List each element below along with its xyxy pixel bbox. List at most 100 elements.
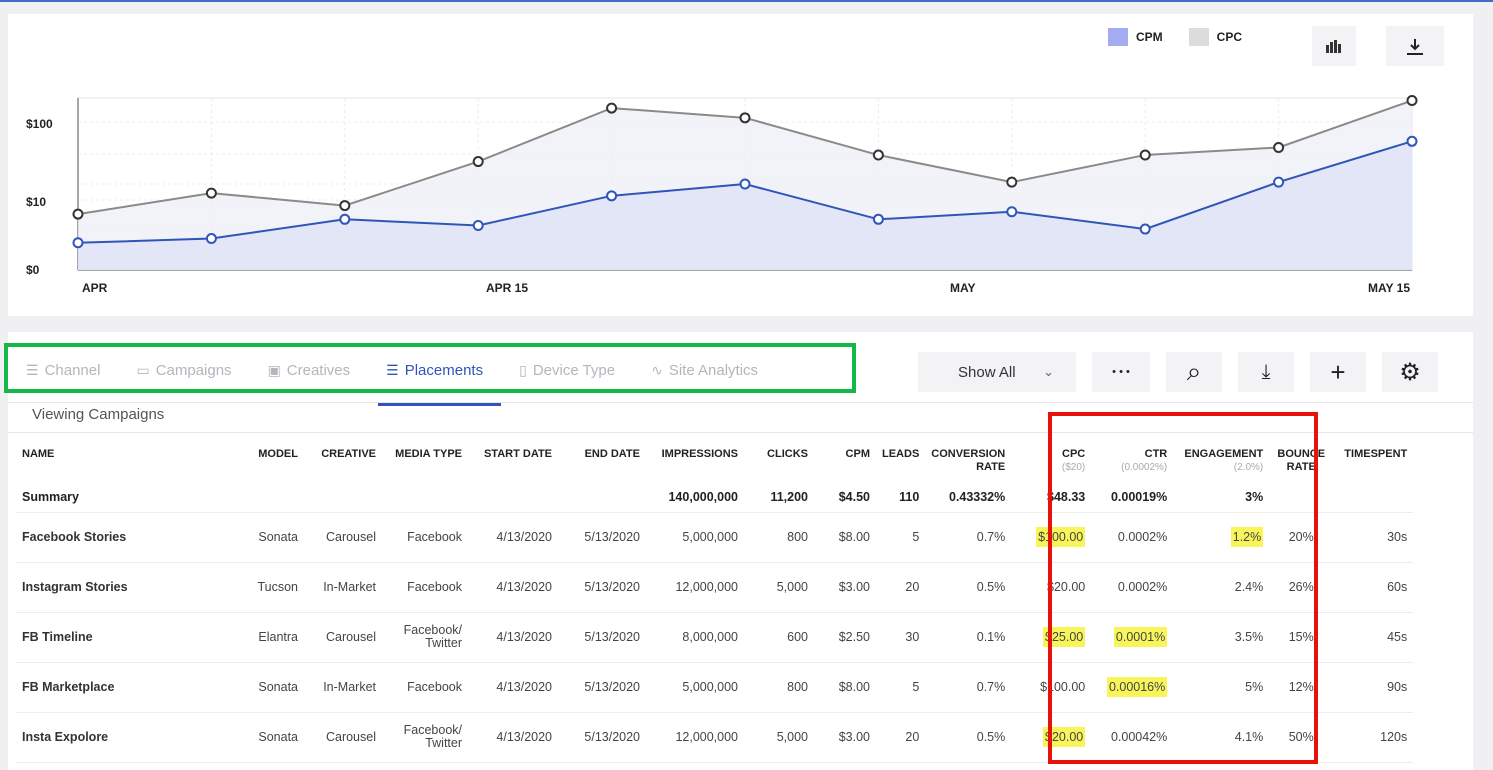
end-value: 5/13/2020 (584, 530, 640, 544)
data-point-cpm[interactable] (205, 233, 217, 245)
data-point-cpm[interactable] (472, 219, 484, 231)
summary-conversion: 0.43332% (925, 482, 1012, 513)
data-point-cpm[interactable] (1273, 176, 1285, 188)
table-toolbar: Show All ⌄ • • • ⌕ ⤓ + ⚙ (918, 352, 1438, 392)
end-value: 5/13/2020 (584, 580, 640, 594)
cell-name: Facebook Stories (16, 512, 246, 563)
start-value: 4/13/2020 (496, 680, 552, 694)
col-conversion-rate[interactable]: CONVERSION RATE (925, 438, 1011, 482)
cell-creative: Carousel (304, 512, 382, 563)
cell-time: 120s (1333, 712, 1414, 763)
time-value: 60s (1387, 580, 1408, 594)
impressions-value: 12,000,000 (675, 580, 738, 594)
cell-name: FB Timeline (16, 612, 246, 663)
cell-start: 4/13/2020 (468, 712, 558, 763)
media-type-text: Facebook (407, 580, 462, 594)
data-point-cpm[interactable] (1139, 223, 1151, 235)
start-value: 4/13/2020 (496, 530, 552, 544)
show-all-select[interactable]: Show All ⌄ (918, 352, 1076, 392)
col-name[interactable]: NAME (16, 438, 246, 482)
col-creative[interactable]: CREATIVE (304, 438, 382, 482)
cell-leads: 5 (876, 662, 926, 713)
data-point-cpm[interactable] (606, 190, 618, 202)
data-point-cpc[interactable] (872, 149, 884, 161)
col-leads[interactable]: LEADS (876, 438, 925, 482)
data-point-cpm[interactable] (739, 178, 751, 190)
conversion-value: 0.1% (976, 630, 1006, 644)
col-cpm[interactable]: CPM (814, 438, 876, 482)
cell-model: Sonata (246, 512, 304, 563)
name-value: FB Timeline (22, 630, 93, 644)
data-point-cpm[interactable] (1406, 135, 1418, 147)
cpm-value: $3.00 (838, 580, 870, 594)
cell-model: Tucson (246, 562, 304, 613)
name-value: Instagram Stories (22, 580, 128, 594)
data-point-cpc[interactable] (339, 200, 351, 212)
cell-media: Facebook (382, 662, 468, 713)
search-button[interactable]: ⌕ (1166, 352, 1222, 392)
conversion-value: 0.5% (976, 730, 1006, 744)
data-point-cpc[interactable] (1406, 95, 1418, 107)
chart-panel: CPM CPC $100 $10 $0 APR APR 15 MAY MAY 15 (8, 14, 1473, 316)
cell-clicks: 5,000 (744, 712, 814, 763)
data-point-cpc[interactable] (205, 187, 217, 199)
cell-model: Sonata (246, 662, 304, 713)
model-value: Tucson (257, 580, 298, 594)
col-impressions[interactable]: IMPRESSIONS (646, 438, 744, 482)
media-type-text-2: Twitter (425, 636, 462, 650)
cell-clicks: 800 (744, 512, 814, 563)
clicks-value: 800 (787, 530, 808, 544)
cell-conversion: 0.7% (925, 662, 1012, 713)
model-value: Sonata (258, 730, 298, 744)
impressions-value: 8,000,000 (682, 630, 738, 644)
start-value: 4/13/2020 (496, 730, 552, 744)
cell-cpm: $8.00 (814, 512, 876, 563)
data-point-cpc[interactable] (739, 112, 751, 124)
data-point-cpm[interactable] (872, 213, 884, 225)
add-button[interactable]: + (1310, 352, 1366, 392)
col-clicks[interactable]: CLICKS (744, 438, 814, 482)
col-timespent[interactable]: TIMESPENT (1333, 438, 1413, 482)
cell-conversion: 0.7% (925, 512, 1012, 563)
cell-creative: Carousel (304, 612, 382, 663)
cell-clicks: 800 (744, 662, 814, 713)
clicks-value: 5,000 (776, 580, 808, 594)
clicks-value: 800 (787, 680, 808, 694)
col-start-date[interactable]: START DATE (468, 438, 558, 482)
cell-time: 90s (1333, 662, 1414, 713)
show-all-label: Show All (958, 363, 1016, 381)
data-point-cpc[interactable] (1273, 141, 1285, 153)
col-media-type[interactable]: MEDIA TYPE (382, 438, 468, 482)
more-button[interactable]: • • • (1092, 352, 1150, 392)
creative-value: In-Market (323, 580, 376, 594)
cell-impressions: 8,000,000 (646, 612, 744, 663)
conversion-value: 0.7% (976, 680, 1006, 694)
col-end-date[interactable]: END DATE (558, 438, 646, 482)
data-point-cpm[interactable] (72, 237, 84, 249)
clicks-value: 5,000 (776, 730, 808, 744)
data-point-cpc[interactable] (606, 102, 618, 114)
impressions-value: 5,000,000 (682, 530, 738, 544)
creative-value: Carousel (325, 730, 376, 744)
data-point-cpc[interactable] (1006, 176, 1018, 188)
data-point-cpc[interactable] (1139, 149, 1151, 161)
cpm-value: $8.00 (838, 680, 870, 694)
chevron-down-icon: ⌄ (1043, 364, 1054, 379)
data-point-cpc[interactable] (72, 208, 84, 220)
cell-start: 4/13/2020 (468, 512, 558, 563)
col-model[interactable]: MODEL (246, 438, 304, 482)
cpm-value: $3.00 (838, 730, 870, 744)
cell-cpm: $3.00 (814, 562, 876, 613)
data-point-cpm[interactable] (339, 213, 351, 225)
cell-end: 5/13/2020 (558, 562, 646, 613)
cell-start: 4/13/2020 (468, 662, 558, 713)
data-point-cpc[interactable] (472, 156, 484, 168)
x-tick-label: MAY 15 (1368, 281, 1410, 295)
cell-creative: Carousel (304, 712, 382, 763)
data-point-cpm[interactable] (1006, 206, 1018, 218)
y-tick-label: $0 (26, 263, 40, 277)
top-accent-line (0, 0, 1493, 2)
summary-impressions: 140,000,000 (646, 482, 744, 513)
settings-button[interactable]: ⚙ (1382, 352, 1438, 392)
download-button[interactable]: ⤓ (1238, 352, 1294, 392)
